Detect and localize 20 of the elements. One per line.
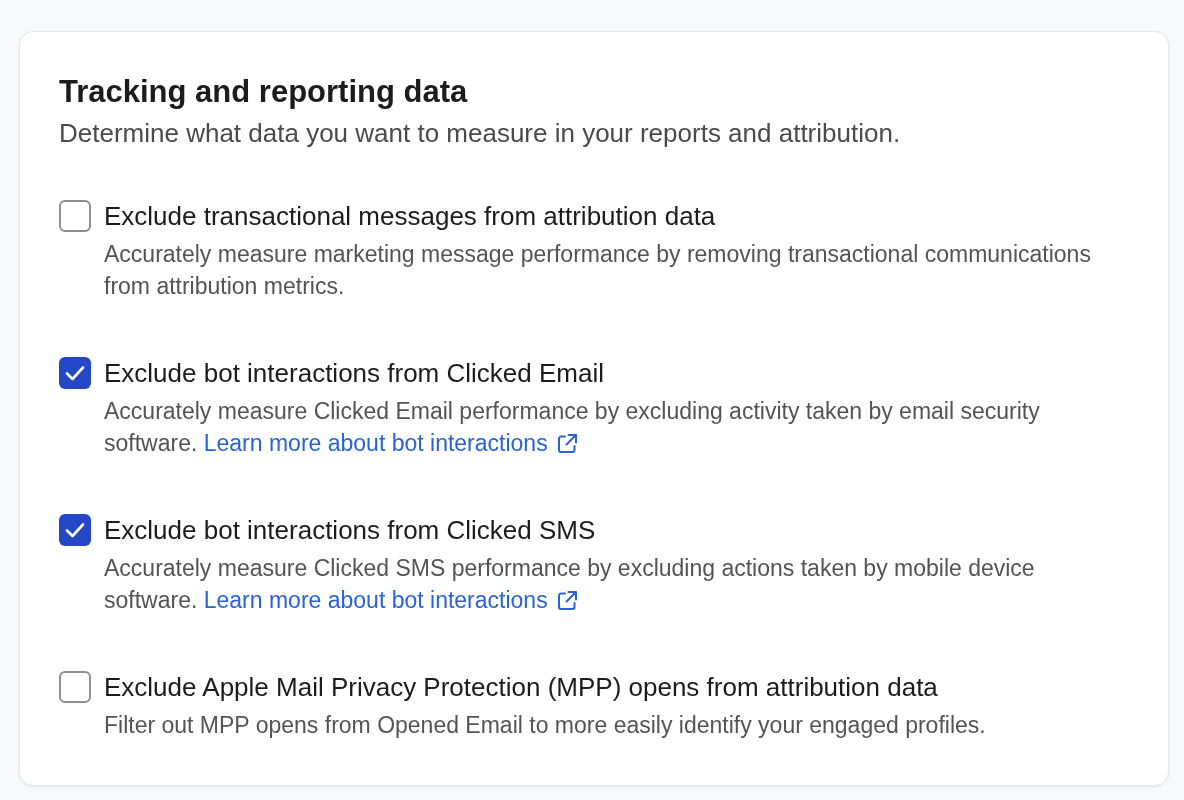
checkmark-icon	[65, 522, 85, 538]
checkbox[interactable]	[59, 200, 91, 232]
option-description: Filter out MPP opens from Opened Email to more easily identify your engaged profiles.	[104, 711, 987, 740]
external-link-icon	[555, 433, 578, 455]
option-label: Exclude bot interactions from Clicked Email	[104, 357, 605, 390]
option-label: Exclude transactional messages from attribution data	[104, 200, 717, 233]
section-title: Tracking and reporting data	[59, 73, 469, 111]
learn-more-link[interactable]: Learn more about bot interactions	[203, 587, 578, 613]
learn-more-link[interactable]: Learn more about bot interactions	[203, 430, 578, 456]
option-description: Accurately measure Clicked SMS performance by excluding actions taken by mobile device software. Learn more about bot interactions	[104, 554, 1036, 615]
option-label: Exclude Apple Mail Privacy Protection (MPP) opens from attribution data	[104, 671, 939, 704]
checkmark-icon	[65, 365, 85, 381]
section-subtitle: Determine what data you want to measure in your reports and attribution.	[59, 117, 902, 150]
option-label: Exclude bot interactions from Clicked SMS	[104, 514, 597, 547]
checkbox[interactable]	[59, 671, 91, 703]
option-description: Accurately measure Clicked Email performance by excluding activity taken by email security software. Learn more about bot interactions	[104, 397, 1041, 458]
external-link-icon	[555, 590, 578, 612]
checkbox[interactable]	[59, 514, 91, 546]
checkbox[interactable]	[59, 357, 91, 389]
option-description: Accurately measure marketing message performance by removing transactional communications from attribution metrics.	[104, 240, 1092, 301]
